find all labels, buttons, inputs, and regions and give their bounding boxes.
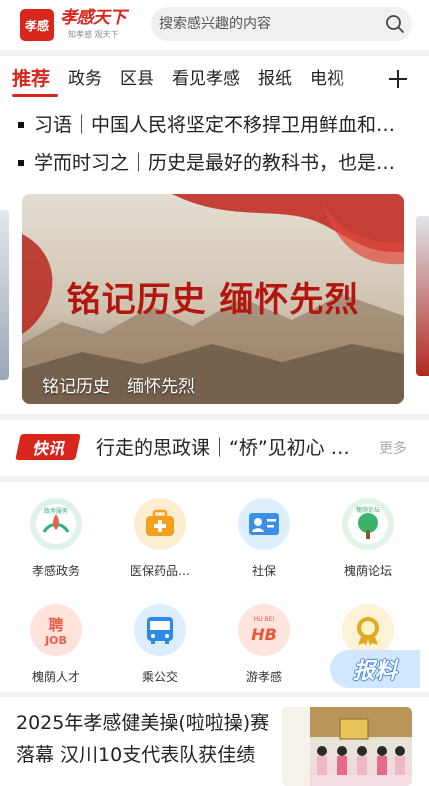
- banner-slide[interactable]: 铭记历史 缅怀先烈 铭记历史 缅怀先烈: [22, 194, 404, 404]
- service-label: 孝感政务: [31, 564, 80, 578]
- service-label: 社保: [251, 564, 276, 578]
- tab-fade: [330, 56, 382, 102]
- service-travel[interactable]: HU BEI HB 游孝感: [212, 604, 316, 685]
- banner-next-slide[interactable]: [416, 216, 429, 376]
- service-medical[interactable]: 医保药品…: [108, 498, 212, 579]
- service-bus[interactable]: 乘公交: [108, 604, 212, 685]
- channel-tabs: 推荐 政务 区县 看见孝感 报纸 电视: [0, 56, 429, 102]
- search-input[interactable]: [159, 16, 378, 32]
- brand: 孝感天下 知孝感 观天下: [60, 7, 146, 43]
- service-label: 乘公交: [141, 670, 178, 684]
- medal-icon: [342, 604, 394, 656]
- award-photo-thumbnail: [282, 707, 412, 786]
- tree-forum-icon: 槐荫论坛: [342, 498, 394, 550]
- tab-see-xiaogan[interactable]: 看见孝感: [172, 66, 240, 92]
- flash-badge: 快讯: [15, 434, 81, 460]
- service-label: 槐荫人才: [31, 670, 80, 684]
- active-tab-indicator: [12, 94, 58, 97]
- logo-seal[interactable]: 孝感: [20, 9, 54, 41]
- flash-news-text[interactable]: 行走的思政课｜“桥”见初心 感悟信仰: [96, 434, 358, 462]
- search-icon[interactable]: [378, 7, 412, 41]
- tab-recommend[interactable]: 推荐: [12, 66, 50, 92]
- tab-list: 推荐 政务 区县 看见孝感 报纸 电视: [12, 66, 382, 92]
- bullet-icon: [18, 160, 24, 166]
- more-link[interactable]: 更多: [379, 438, 407, 458]
- news-thumbnail[interactable]: [282, 707, 412, 786]
- bus-icon: [134, 604, 186, 656]
- gov-service-icon: 政务服务: [30, 498, 82, 550]
- headline-list: 习语｜中国人民将坚定不移捍卫用鲜血和生命铸就的伟大胜利 学而时习之｜历史是最好的…: [0, 102, 429, 188]
- job-icon: 聘 JOB: [30, 604, 82, 656]
- tab-districts[interactable]: 区县: [120, 66, 154, 92]
- service-forum[interactable]: 槐荫论坛 槐荫论坛: [316, 498, 420, 579]
- report-button[interactable]: 报料: [330, 650, 420, 688]
- banner-headline: 铭记历史 缅怀先烈: [66, 280, 360, 320]
- headline-item[interactable]: 习语｜中国人民将坚定不移捍卫用鲜血和生命铸就的伟大胜利: [18, 112, 398, 138]
- gov-icon-text: 政务服务: [44, 507, 68, 515]
- app-header: 孝感 孝感天下 知孝感 观天下: [0, 0, 429, 50]
- id-card-icon: [238, 498, 290, 550]
- svg-text:聘: 聘: [48, 616, 63, 634]
- service-label: 槐荫论坛: [343, 564, 392, 578]
- service-gov[interactable]: 政务服务 孝感政务: [4, 498, 108, 579]
- brand-name: 孝感天下: [60, 8, 127, 28]
- bullet-icon: [18, 122, 24, 128]
- flash-news-bar[interactable]: 快讯 行走的思政课｜“桥”见初心 感悟信仰 更多: [0, 420, 429, 476]
- travel-icon-text: HU BEI: [254, 616, 275, 623]
- service-talent[interactable]: 聘 JOB 槐荫人才: [4, 604, 108, 685]
- news-title[interactable]: 2025年孝感健美操(啦啦操)赛落幕 汉川10支代表队获佳绩: [16, 707, 274, 771]
- banner-caption: 铭记历史 缅怀先烈: [42, 377, 195, 397]
- tab-newspaper[interactable]: 报纸: [258, 66, 292, 92]
- service-label: 游孝感: [245, 670, 282, 684]
- medical-kit-icon: [134, 498, 186, 550]
- svg-text:HB: HB: [251, 625, 277, 644]
- plus-icon[interactable]: [384, 65, 412, 93]
- banner-carousel: 铭记历史 缅怀先烈 铭记历史 缅怀先烈: [0, 188, 429, 414]
- tab-government[interactable]: 政务: [68, 66, 102, 92]
- news-item[interactable]: 2025年孝感健美操(啦啦操)赛落幕 汉川10支代表队获佳绩: [0, 697, 429, 786]
- service-label: 医保药品…: [129, 564, 190, 578]
- travel-hubei-icon: HU BEI HB: [238, 604, 290, 656]
- logo-seal-text: 孝感: [24, 18, 49, 33]
- headline-item[interactable]: 学而时习之｜历史是最好的教科书，也是最好的清醒剂: [18, 150, 398, 176]
- search-bar[interactable]: [151, 7, 412, 41]
- svg-text:JOB: JOB: [44, 634, 67, 647]
- forum-icon-text: 槐荫论坛: [356, 506, 380, 514]
- service-social-security[interactable]: 社保: [212, 498, 316, 579]
- brand-slogan: 知孝感 观天下: [68, 30, 119, 39]
- banner-prev-slide[interactable]: [0, 210, 9, 380]
